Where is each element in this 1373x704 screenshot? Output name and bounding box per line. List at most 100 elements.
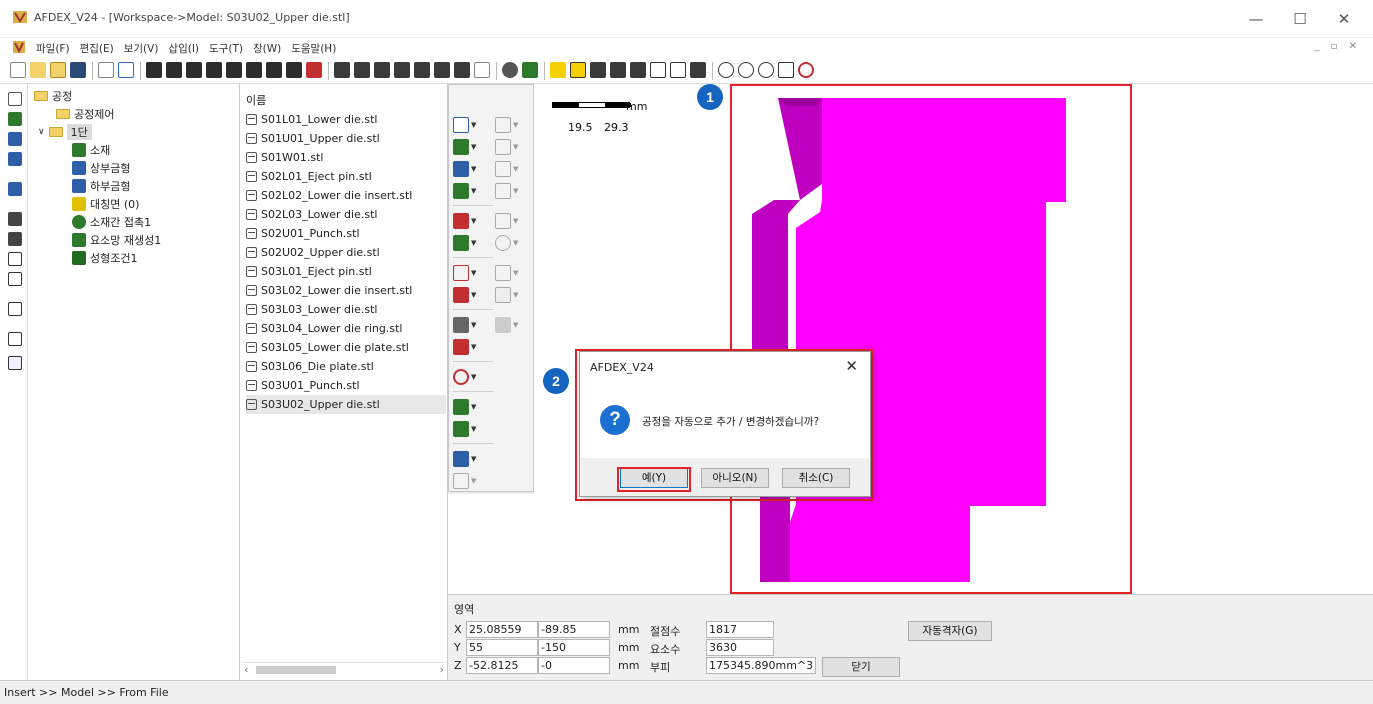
open-file-icon[interactable] (30, 62, 46, 78)
palette-fill-tool[interactable]: ▼ (495, 285, 525, 305)
y-min-field[interactable]: 55 (466, 639, 538, 656)
palette-heat-tool[interactable]: ▼ (453, 285, 483, 305)
z-min-field[interactable]: -52.8125 (466, 657, 538, 674)
cube-icon[interactable] (8, 252, 22, 266)
wrench-icon[interactable] (474, 62, 490, 78)
display-mode-7-icon[interactable] (454, 62, 470, 78)
file-row[interactable]: S03L02_Lower die insert.stl (246, 281, 446, 300)
select-edge-icon[interactable] (610, 62, 626, 78)
file-row[interactable]: S01W01.stl (246, 148, 446, 167)
scroll-left-icon[interactable]: ‹ (244, 663, 248, 676)
palette-load-tool[interactable]: ▼ (453, 263, 483, 283)
file-row[interactable]: S02U02_Upper die.stl (246, 243, 446, 262)
minimize-button[interactable]: — (1236, 6, 1276, 32)
file-row[interactable]: S03L03_Lower die.stl (246, 300, 446, 319)
close-panel-button[interactable]: 닫기 (822, 657, 900, 677)
tree-toggle-icon[interactable] (8, 92, 22, 106)
file-row[interactable]: S03L05_Lower die plate.stl (246, 338, 446, 357)
tree-item-remesh[interactable]: 요소망 재생성1 (72, 232, 161, 248)
tree-item-upper-die[interactable]: 상부금형 (72, 160, 130, 176)
display-mode-3-icon[interactable] (374, 62, 390, 78)
x-max-field[interactable]: -89.85 (538, 621, 610, 638)
palette-contact2-tool[interactable]: ▼ (453, 233, 483, 253)
view-bottom-icon[interactable] (246, 62, 262, 78)
palette-pattern-tool[interactable]: ▼ (495, 315, 525, 335)
save-icon[interactable] (70, 62, 86, 78)
rotate-icon[interactable] (650, 62, 666, 78)
zoom-in-icon[interactable] (738, 62, 754, 78)
zoom-window-icon[interactable] (758, 62, 774, 78)
camera-icon[interactable] (502, 62, 518, 78)
die-icon[interactable] (8, 132, 22, 146)
section-icon[interactable] (690, 62, 706, 78)
palette-kinematics-tool[interactable]: ▼ (453, 449, 483, 469)
display-mode-5-icon[interactable] (414, 62, 430, 78)
close-window-button[interactable]: ✕ (1324, 6, 1364, 32)
file-row[interactable]: S03L01_Eject pin.stl (246, 262, 446, 281)
display-mode-2-icon[interactable] (354, 62, 370, 78)
view-back-icon[interactable] (166, 62, 182, 78)
select-box-icon[interactable] (550, 62, 566, 78)
open-folder-icon[interactable] (50, 62, 66, 78)
tree-item-material[interactable]: 소재 (72, 142, 110, 158)
palette-contact-tool[interactable]: ▼ (453, 211, 483, 231)
tree-process-control[interactable]: 공정제어 (56, 106, 114, 122)
view-front-icon[interactable] (146, 62, 162, 78)
die2-icon[interactable] (8, 152, 22, 166)
expand-chevron-icon[interactable]: ∨ (38, 127, 45, 137)
select-node-icon[interactable] (630, 62, 646, 78)
view-left-icon[interactable] (186, 62, 202, 78)
menu-window[interactable]: 창(W) (253, 41, 281, 56)
tree-root[interactable]: 공정 (34, 88, 72, 104)
menu-help[interactable]: 도움말(H) (291, 41, 336, 56)
scroll-right-icon[interactable]: › (440, 663, 444, 676)
volume-field[interactable]: 175345.890mm^3 (706, 657, 816, 674)
file-row[interactable]: S02L01_Eject pin.stl (246, 167, 446, 186)
palette-measure-tool[interactable]: ▼ (495, 115, 525, 135)
elements-field[interactable]: 3630 (706, 639, 774, 656)
palette-grid-tool[interactable]: ▼ (453, 397, 483, 417)
scroll-thumb[interactable] (256, 666, 336, 674)
maximize-button[interactable]: ☐ (1280, 6, 1320, 32)
menu-edit[interactable]: 편집(E) (80, 41, 114, 56)
mesh-icon[interactable] (522, 62, 538, 78)
edit-icon[interactable] (8, 356, 22, 370)
nodes-field[interactable]: 1817 (706, 621, 774, 638)
file-row[interactable]: S02L02_Lower die insert.stl (246, 186, 446, 205)
menu-insert[interactable]: 삽입(I) (168, 41, 199, 56)
rotate-view-icon[interactable] (670, 62, 686, 78)
list-icon[interactable] (8, 302, 22, 316)
dialog-close-icon[interactable]: ✕ (845, 357, 858, 375)
palette-kinematics2-tool[interactable]: ▼ (453, 471, 483, 491)
file-row-selected[interactable]: S03U02_Upper die.stl (246, 395, 446, 414)
monitor-icon[interactable] (8, 182, 22, 196)
y-max-field[interactable]: -150 (538, 639, 610, 656)
tree-item-lower-die[interactable]: 하부금형 (72, 178, 130, 194)
model-viewport[interactable]: mm 19.5 29.3 1 (534, 84, 1373, 594)
zoom-target-icon[interactable] (798, 62, 814, 78)
z-max-field[interactable]: -0 (538, 657, 610, 674)
view-iso-icon[interactable] (266, 62, 282, 78)
view-top-icon[interactable] (226, 62, 242, 78)
file-row[interactable]: S03U01_Punch.stl (246, 376, 446, 395)
palette-hatch-tool[interactable]: ▼ (453, 315, 483, 335)
palette-material-tool[interactable]: ▼ (453, 115, 483, 135)
palette-transform-tool[interactable]: ▼ (495, 137, 525, 157)
hierarchy-icon[interactable] (8, 232, 22, 246)
view-fit-icon[interactable] (306, 62, 322, 78)
menu-view[interactable]: 보기(V) (124, 41, 159, 56)
new-file-icon[interactable] (10, 62, 26, 78)
file-row[interactable]: S02L03_Lower die.stl (246, 205, 446, 224)
cancel-button[interactable]: 취소(C) (782, 468, 850, 488)
file-row[interactable]: S03L06_Die plate.stl (246, 357, 446, 376)
palette-ring-tool[interactable]: ▼ (495, 263, 525, 283)
export-result-icon[interactable] (8, 332, 22, 346)
export-icon[interactable] (118, 62, 134, 78)
select-solid-icon[interactable] (590, 62, 606, 78)
x-min-field[interactable]: 25.08559 (466, 621, 538, 638)
palette-temperature-tool[interactable]: ▼ (453, 337, 483, 357)
palette-grid2-tool[interactable]: ▼ (453, 419, 483, 439)
palette-circle-tool[interactable]: ▼ (495, 233, 525, 253)
import-icon[interactable] (98, 62, 114, 78)
menu-file[interactable]: 파일(F) (36, 41, 70, 56)
